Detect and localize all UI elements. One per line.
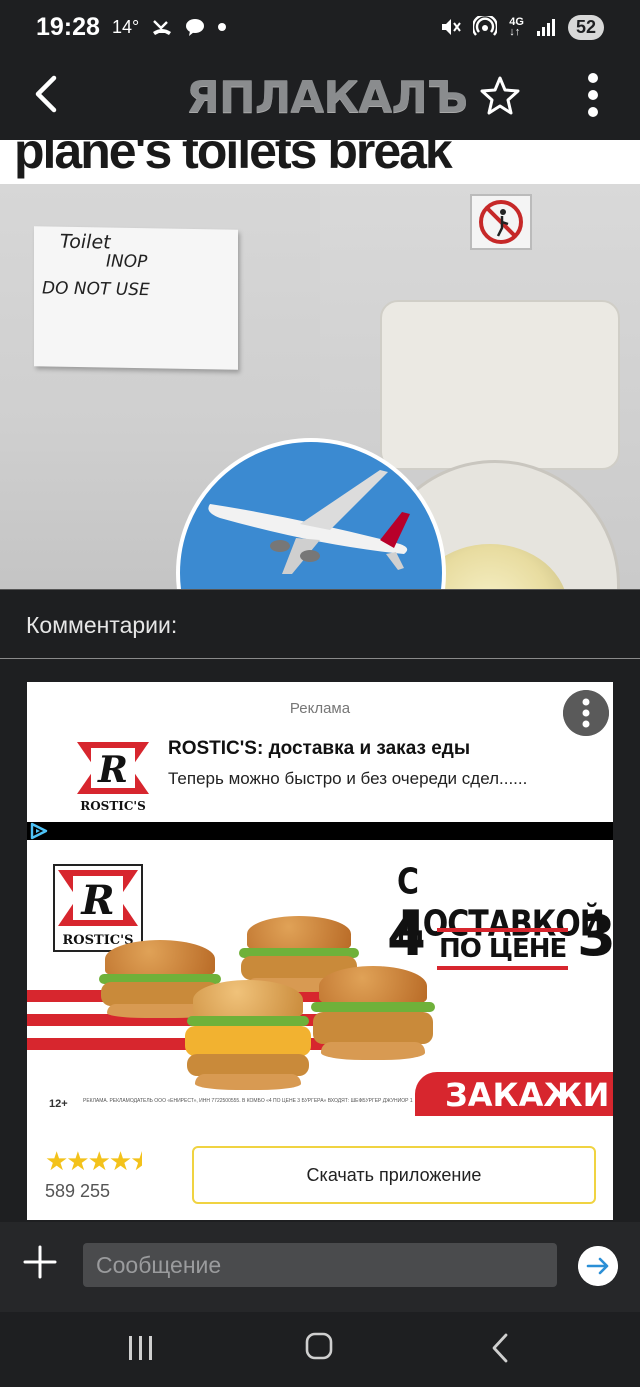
article-image[interactable]: plane's toilets break Toilet INOP DO NOT… bbox=[0, 140, 640, 590]
back-nav-icon[interactable] bbox=[488, 1332, 512, 1364]
rostics-logo-small: R ROSTIC'S bbox=[75, 740, 151, 814]
bun-top bbox=[105, 940, 215, 978]
burger-image bbox=[309, 966, 437, 1066]
logo-brand-small: ROSTIC'S bbox=[80, 799, 146, 813]
burger-image bbox=[183, 980, 313, 1092]
home-icon[interactable] bbox=[305, 1332, 333, 1360]
bun-top bbox=[319, 966, 427, 1006]
lettuce bbox=[311, 1002, 435, 1012]
ad-label: Реклама bbox=[289, 700, 351, 717]
message-composer bbox=[0, 1222, 640, 1312]
no-litter-sign-icon bbox=[470, 194, 532, 250]
status-left: 19:28 14° bbox=[36, 13, 227, 42]
headline-strip: plane's toilets break bbox=[0, 140, 640, 184]
mute-icon bbox=[442, 19, 462, 35]
site-logo[interactable]: ЯПЛАКАЛЪ bbox=[186, 72, 468, 123]
status-bar: 19:28 14° 4G ↓↑ 52 bbox=[0, 0, 640, 54]
ad-description: Теперь можно быстро и без очереди сдел..… bbox=[168, 769, 528, 788]
headline-fragment: plane's toilets break bbox=[14, 140, 453, 179]
ad-banner[interactable]: R ROSTIC'S С ДОСТАВКОЙ 4 ПО ЦЕНЕ 3 12+ Р… bbox=[27, 840, 613, 1128]
status-temperature: 14° bbox=[111, 16, 140, 37]
banner-number-left: 4 bbox=[387, 904, 426, 969]
toilet-note: Toilet INOP DO NOT USE bbox=[34, 226, 238, 370]
ad-title[interactable]: ROSTIC'S: доставка и заказ еды bbox=[168, 738, 470, 760]
ad-card[interactable]: Реклама R ROSTIC'S ROSTIC'S: доставка и … bbox=[27, 682, 613, 1220]
system-nav-bar bbox=[0, 1312, 640, 1387]
patty bbox=[313, 1012, 433, 1044]
hotspot-icon bbox=[473, 16, 498, 36]
bun-top bbox=[247, 916, 351, 952]
send-icon[interactable] bbox=[578, 1246, 618, 1286]
lettuce bbox=[187, 1016, 309, 1026]
plus-icon[interactable] bbox=[22, 1244, 58, 1280]
screen: 19:28 14° 4G ↓↑ 52 ЯПЛАКАЛЪ plane's toil… bbox=[0, 0, 640, 1387]
message-input[interactable] bbox=[83, 1243, 557, 1287]
note-line-1: Toilet bbox=[60, 230, 111, 254]
download-app-button[interactable]: Скачать приложение bbox=[192, 1146, 596, 1204]
bun-bottom bbox=[195, 1074, 301, 1090]
adchoices-play-icon[interactable] bbox=[29, 822, 49, 840]
recent-apps-icon[interactable] bbox=[126, 1334, 156, 1362]
patty bbox=[187, 1054, 309, 1076]
back-arrow-icon[interactable] bbox=[28, 72, 68, 116]
bun-bottom bbox=[321, 1042, 425, 1060]
age-rating: 12+ bbox=[49, 1098, 68, 1110]
order-button[interactable]: ЗАКАЖИ bbox=[415, 1072, 613, 1116]
star-icon[interactable] bbox=[478, 74, 522, 118]
status-right: 4G ↓↑ 52 bbox=[439, 14, 604, 40]
half-star: ★ bbox=[130, 1146, 143, 1176]
comments-heading: Комментарии: bbox=[26, 612, 178, 638]
banner-price-text: ПО ЦЕНЕ bbox=[437, 928, 569, 970]
toilet-lid bbox=[380, 300, 620, 470]
status-time: 19:28 bbox=[36, 12, 100, 41]
data-arrows-icon: 4G ↓↑ bbox=[509, 17, 524, 38]
legal-text: РЕКЛАМА. РЕКЛАМОДАТЕЛЬ ООО «ЕНИРЕСТ», ИН… bbox=[83, 1098, 413, 1104]
bun-top bbox=[193, 980, 303, 1020]
app-bar: ЯПЛАКАЛЪ bbox=[0, 54, 640, 140]
battery-indicator: 52 bbox=[567, 14, 604, 40]
more-vertical-icon[interactable] bbox=[578, 72, 608, 118]
note-line-2: INOP bbox=[106, 251, 148, 273]
logo-r-small: R bbox=[97, 749, 128, 791]
app-rating: ★★★★★ 589 255 bbox=[45, 1146, 142, 1202]
note-line-3: DO NOT USE bbox=[42, 278, 150, 301]
ad-more-icon[interactable] bbox=[563, 690, 609, 736]
rating-count: 589 255 bbox=[45, 1181, 111, 1201]
patty bbox=[185, 1026, 311, 1056]
dot-icon bbox=[218, 23, 227, 31]
missed-call-icon bbox=[153, 20, 172, 35]
arrows-glyph: ↓↑ bbox=[509, 26, 521, 38]
signal-icon bbox=[536, 19, 555, 36]
logo-r-large: R bbox=[80, 877, 114, 924]
rostics-logo-large: R ROSTIC'S bbox=[53, 864, 143, 952]
rating-stars-icon: ★★★★★ bbox=[45, 1146, 143, 1176]
chat-bubble-icon bbox=[186, 19, 205, 36]
ad-video-bar bbox=[27, 822, 613, 840]
banner-number-right: 3 bbox=[577, 904, 613, 969]
divider bbox=[0, 658, 640, 659]
